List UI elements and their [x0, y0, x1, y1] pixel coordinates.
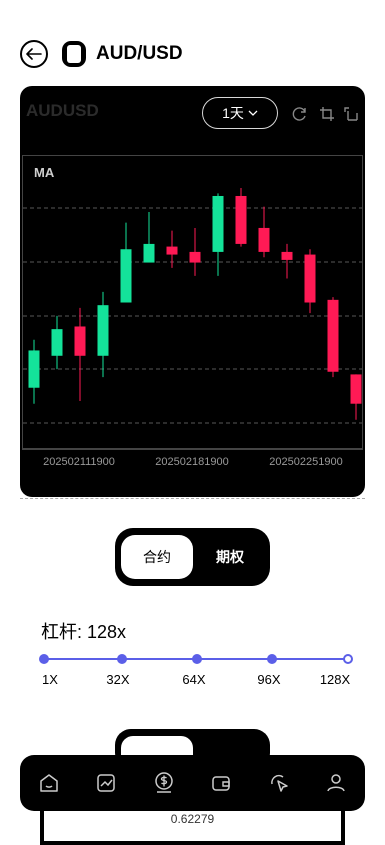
candle-down [350, 374, 362, 404]
nav-wallet[interactable] [207, 769, 235, 797]
leverage-slider[interactable] [39, 653, 353, 665]
arrow-left-icon [26, 48, 42, 60]
candle-up [212, 195, 224, 252]
candle-down [166, 246, 178, 255]
x-tick-label: 202502111900 [43, 456, 115, 468]
candlestick-chart: 202502111900 202502181900 202502251900 [23, 187, 362, 468]
coin-icon [62, 41, 86, 67]
x-tick-label: 202502181900 [155, 456, 228, 468]
nav-home[interactable] [35, 769, 63, 797]
candle-down [74, 326, 86, 356]
leverage-tick: 128X [319, 672, 351, 687]
candle-up [28, 350, 40, 388]
leverage-label: 杠杆: 128x [41, 622, 127, 642]
slider-stop-1x[interactable] [39, 654, 49, 664]
x-tick-label: 202502251900 [269, 456, 342, 468]
nav-market[interactable] [92, 769, 120, 797]
user-icon [327, 774, 345, 792]
x-axis-line [22, 449, 363, 450]
trade-type-toggle: 合约 期权 [115, 528, 270, 586]
price-value: 0.62279 [170, 812, 215, 826]
bottom-nav [20, 755, 365, 811]
slider-stop-32x[interactable] [117, 654, 127, 664]
leverage-tick: 1X [42, 672, 58, 687]
home-icon [40, 774, 58, 792]
wallet-icon [212, 776, 230, 791]
chart-bottom-divider [20, 498, 365, 499]
tab-options[interactable]: 期权 [197, 535, 263, 579]
leverage-tick: 64X [182, 672, 206, 687]
nav-activity[interactable] [265, 769, 293, 797]
candle-down [235, 195, 247, 244]
back-button[interactable] [20, 40, 48, 68]
pointer-icon [270, 774, 288, 792]
slider-stop-64x[interactable] [192, 654, 202, 664]
leverage-tick: 96X [257, 672, 281, 687]
slider-stop-96x[interactable] [267, 654, 277, 664]
tab-contract[interactable]: 合约 [121, 535, 193, 579]
chart-icon [97, 774, 115, 792]
chart-card: AUDUSD 1天 MA 202502111900 202502181900 202… [20, 86, 365, 497]
candle-up [51, 329, 63, 356]
candle-down [281, 251, 293, 260]
candle-down [189, 251, 201, 263]
candle-up [97, 305, 109, 356]
pair-title: AUD/USD [96, 43, 183, 64]
candle-down [304, 254, 316, 303]
candle-up [120, 249, 132, 303]
nav-profile[interactable] [322, 769, 350, 797]
slider-stop-128x[interactable] [343, 654, 353, 664]
nav-trade[interactable] [150, 769, 178, 797]
leverage-tick: 32X [106, 672, 130, 687]
dollar-icon [155, 772, 173, 793]
header: AUD/USD [20, 38, 365, 70]
candle-up [143, 243, 155, 263]
candle-down [327, 299, 339, 372]
candle-down [258, 227, 270, 252]
